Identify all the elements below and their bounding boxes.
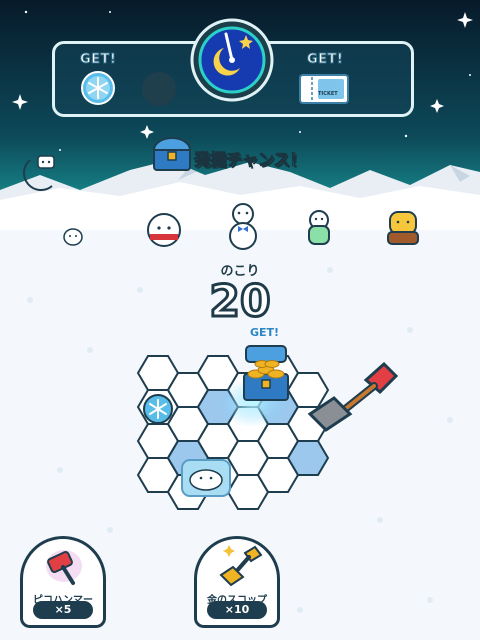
piko-hammer-count: ×5 bbox=[33, 601, 93, 619]
hex-tile[interactable] bbox=[287, 440, 329, 476]
small-snow-creature bbox=[63, 228, 83, 246]
ticket-icon bbox=[299, 74, 349, 104]
piko-hammer-button[interactable]: ピコハンマー ×5 bbox=[20, 536, 106, 628]
ticket-label: TICKET bbox=[318, 91, 338, 97]
empty-reward-slot bbox=[142, 72, 176, 106]
right-get-label: GET! bbox=[306, 52, 344, 68]
snowflake-coin-icon bbox=[143, 394, 173, 424]
moon-cat-icon bbox=[23, 155, 55, 191]
treasure-chest-icon bbox=[152, 137, 192, 171]
yellow-bear-character bbox=[387, 211, 419, 245]
gold-shovel-icon bbox=[219, 545, 263, 587]
green-sweater-character bbox=[308, 210, 330, 245]
snowflake-coin-icon bbox=[81, 71, 115, 105]
dig-chance-banner: 発掘チャンス！ bbox=[194, 150, 307, 170]
remaining-count: 20 bbox=[208, 275, 272, 329]
shovel-cursor-icon[interactable] bbox=[304, 358, 404, 434]
scarf-snowball-character bbox=[147, 213, 181, 247]
clock-icon bbox=[190, 18, 274, 102]
gold-shovel-button[interactable]: 金のスコップ ×10 bbox=[194, 536, 280, 628]
gold-coin-chest-icon bbox=[243, 345, 289, 401]
snowman-character bbox=[229, 203, 257, 250]
frozen-cat-icon bbox=[181, 459, 231, 497]
hammer-icon bbox=[46, 550, 82, 585]
left-get-label: GET! bbox=[79, 52, 117, 68]
gold-shovel-count: ×10 bbox=[207, 601, 267, 619]
